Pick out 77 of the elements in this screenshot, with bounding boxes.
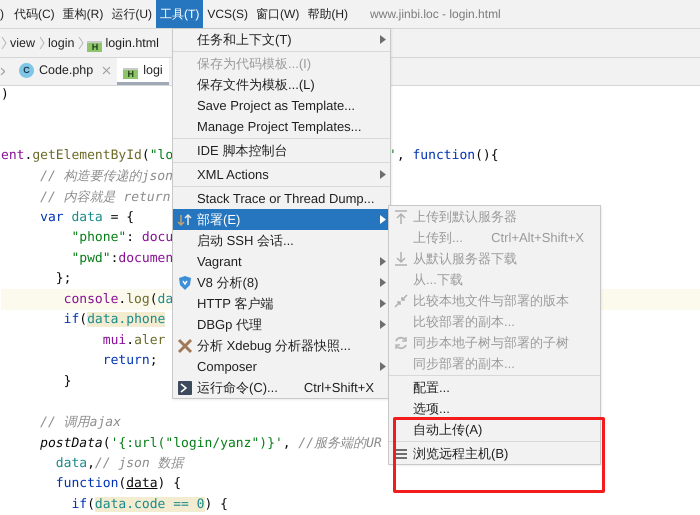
code-line: var data = { <box>39 210 134 225</box>
php-class-icon: C <box>19 62 34 78</box>
menu-item[interactable]: 启动 SSH 会话... <box>173 230 390 251</box>
menu-item[interactable]: ) <box>0 0 10 28</box>
submenu-arrow-icon <box>380 362 386 371</box>
submenu-arrow-icon <box>380 170 386 179</box>
code-line: mui.aler <box>102 332 166 348</box>
code-line: function(data) { <box>54 476 182 492</box>
chevron-icon <box>77 35 86 51</box>
download-icon <box>393 250 409 266</box>
html-file-icon: H <box>87 40 102 52</box>
menu-item[interactable]: Vagrant <box>173 251 390 272</box>
menu-item[interactable]: 运行(U) <box>107 0 156 28</box>
submenu-arrow-icon <box>380 35 386 44</box>
chevron-icon <box>0 35 8 51</box>
code-line: ent.getElementById("lo <box>1 148 174 164</box>
submenu-arrow-icon <box>380 320 386 329</box>
menu-item[interactable]: HTTP 客户端 <box>173 293 390 314</box>
code-line: ', function(){ <box>389 148 499 164</box>
menu-item[interactable]: 保存文件为模板...(L) <box>173 74 390 95</box>
menu-item[interactable]: 窗口(W) <box>252 0 304 28</box>
menu-item[interactable]: 重构(R) <box>58 0 108 28</box>
code-line: } <box>62 374 72 389</box>
compare-arrows-icon <box>393 292 409 308</box>
code-line: postData('{:url("login/yanz")}', //服务端的UR <box>39 436 382 451</box>
code-line: data,// json 数据 <box>54 456 184 472</box>
submenu-arrow-icon <box>380 278 386 287</box>
terminal-icon <box>177 380 193 396</box>
menu-item[interactable]: 帮助(H) <box>303 0 352 28</box>
submenu-arrow-icon <box>380 257 386 266</box>
menu-item[interactable]: DBGp 代理 <box>173 314 390 335</box>
code-line: "pwd":documen <box>70 250 174 266</box>
keyboard-shortcut: Ctrl+Alt+Shift+X <box>491 230 584 245</box>
code-line: if(data.phone <box>62 312 166 328</box>
menu-item[interactable]: 任务和上下文(T) <box>173 29 390 50</box>
menu-item[interactable]: Save Project as Template... <box>173 95 390 116</box>
menu-item[interactable]: V8 分析(8) <box>173 272 390 293</box>
menu-item[interactable]: Manage Project Templates... <box>173 116 390 137</box>
window-title: www.jinbi.loc - login.html <box>370 7 501 21</box>
code-line: return; <box>102 353 158 368</box>
menu-item[interactable]: VCS(S) <box>203 0 252 28</box>
code-line: // 构造要传递的json <box>39 169 173 184</box>
upload-icon <box>393 208 409 224</box>
keyboard-shortcut: Ctrl+Shift+X <box>304 380 374 395</box>
code-line: console.log(da <box>62 292 174 307</box>
code-line: "phone": docu <box>70 230 174 246</box>
file-tab[interactable]: H logi <box>117 58 169 85</box>
file-tab[interactable]: C Code.php <box>13 58 118 85</box>
sync-icon <box>393 334 409 350</box>
html-file-icon: H <box>123 68 138 78</box>
menu-item[interactable]: XML Actions <box>173 164 390 185</box>
code-line: }; <box>54 271 72 286</box>
menu-item[interactable]: Composer <box>173 356 390 377</box>
menu-item[interactable]: 代码(C) <box>10 0 59 28</box>
code-line: // 内容就是 return <box>39 190 170 205</box>
menu-item[interactable]: 选项... <box>389 398 600 419</box>
menu-item[interactable]: 配置... <box>389 377 600 398</box>
submenu-arrow-icon <box>380 215 386 224</box>
breadcrumb-item[interactable]: H login.html <box>87 34 159 52</box>
code-line: ) <box>1 86 9 102</box>
close-icon <box>102 66 112 74</box>
breadcrumb-item[interactable]: view <box>10 36 36 50</box>
submenu-arrow-icon <box>380 299 386 308</box>
shield-icon <box>177 274 193 290</box>
code-line: // 调用ajax <box>39 415 121 430</box>
menu-item[interactable]: 工具(T) <box>156 0 204 28</box>
menu-item[interactable]: 部署(E) <box>173 209 390 230</box>
chevron-icon <box>38 35 46 51</box>
breadcrumb-item[interactable]: login <box>48 36 74 50</box>
menu-item[interactable]: 浏览远程主机(B) <box>389 443 600 464</box>
cross-icon <box>177 338 193 354</box>
menu-item[interactable]: 运行命令(C)... Ctrl+Shift+X <box>173 377 390 398</box>
code-line: if(data.code == 0) { <box>70 496 228 512</box>
menu-item[interactable]: IDE 脚本控制台 <box>173 140 390 161</box>
up-down-arrows-icon <box>177 212 193 228</box>
menu-item[interactable]: Stack Trace or Thread Dump... <box>173 188 390 209</box>
menu-item[interactable]: 分析 Xdebug 分析器快照... <box>173 335 390 356</box>
